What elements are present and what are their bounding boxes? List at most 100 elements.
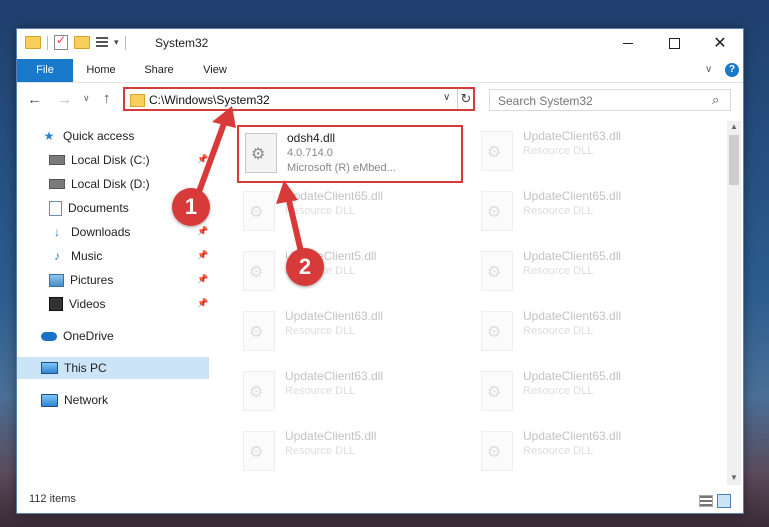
help-icon[interactable]: ? [725, 63, 739, 77]
toolbar-divider [124, 35, 126, 50]
folder-icon [130, 94, 145, 107]
file-item[interactable]: ⚙ UpdateClient63.dll Resource DLL [475, 125, 695, 179]
search-input[interactable] [496, 93, 700, 109]
sidebar-item-downloads[interactable]: ↓ Downloads 📌 [17, 221, 241, 243]
scrollbar-thumb[interactable] [729, 135, 739, 185]
file-item[interactable]: ⚙ UpdateClient65.dll Resource DLL [475, 365, 695, 419]
gear-icon: ⚙ [249, 264, 264, 281]
network-icon [41, 393, 58, 407]
sidebar-item-label: Network [64, 393, 109, 407]
properties-check-icon[interactable] [54, 33, 68, 50]
file-item[interactable]: ⚙ UpdateClient63.dll Resource DLL [475, 425, 695, 479]
documents-icon [49, 200, 62, 216]
file-name: UpdateClient63.dll [523, 129, 622, 143]
dll-file-icon: ⚙ [481, 191, 513, 231]
back-button[interactable]: ← [27, 91, 42, 108]
file-type: Resource DLL [523, 445, 594, 457]
tab-view[interactable]: View [195, 59, 235, 82]
file-type: Resource DLL [285, 385, 356, 397]
file-item[interactable]: ⚙ UpdateClient63.dll Resource DLL [475, 305, 695, 359]
sidebar-item-pictures[interactable]: Pictures 📌 [17, 269, 241, 291]
status-bar: 112 items [17, 489, 743, 511]
file-item[interactable]: ⚙ UpdateClient5.dll Resource DLL [237, 425, 457, 479]
refresh-button[interactable]: ↻ [457, 89, 474, 109]
file-name: odsh4.dll [287, 131, 336, 145]
file-name: UpdateClient63.dll [285, 309, 384, 323]
file-item[interactable]: ⚙ UpdateClient65.dll Resource DLL [475, 245, 695, 299]
videos-icon [49, 297, 63, 311]
file-item-odsh4[interactable]: ⚙ odsh4.dll 4.0.714.0 Microsoft (R) eMbe… [237, 125, 463, 183]
expand-ribbon-chevron-icon[interactable]: ∨ [705, 64, 712, 75]
up-button[interactable]: ↑ [103, 90, 111, 107]
gear-icon: ⚙ [487, 204, 502, 221]
sidebar-item-quick-access[interactable]: ★ Quick access [17, 125, 233, 147]
sidebar-item-label: Pictures [70, 273, 114, 287]
recent-locations-chevron-icon[interactable]: ∨ [83, 93, 90, 104]
minimize-button[interactable] [605, 29, 651, 57]
file-name: UpdateClient65.dll [285, 189, 384, 203]
gear-icon: ⚙ [249, 324, 264, 341]
sidebar-item-label: Downloads [71, 225, 131, 239]
file-type: Resource DLL [285, 205, 356, 217]
close-button[interactable]: ✕ [697, 29, 743, 57]
dll-file-icon: ⚙ [243, 251, 275, 291]
sidebar-item-music[interactable]: ♪ Music 📌 [17, 245, 241, 267]
file-item[interactable]: ⚙ UpdateClient5.dll Resource DLL [237, 245, 457, 299]
customize-toolbar-icon[interactable] [96, 36, 108, 49]
forward-button[interactable]: → [57, 91, 72, 108]
sidebar-item-videos[interactable]: Videos 📌 [17, 293, 241, 315]
file-item[interactable]: ⚙ UpdateClient63.dll Resource DLL [237, 305, 457, 359]
pin-icon: 📌 [197, 274, 209, 284]
file-item[interactable]: ⚙ UpdateClient63.dll Resource DLL [237, 365, 457, 419]
maximize-button[interactable] [651, 29, 697, 57]
file-item[interactable]: ⚙ UpdateClient65.dll Resource DLL [237, 185, 457, 239]
minimize-icon [623, 42, 633, 44]
address-bar[interactable]: C:\Windows\System32 ∨ ↻ [123, 87, 475, 111]
scroll-up-icon[interactable]: ▲ [730, 122, 738, 131]
file-item[interactable]: ⚙ UpdateClient65.dll Resource DLL [475, 185, 695, 239]
chevron-down-icon[interactable]: ▾ [114, 37, 119, 48]
sidebar-item-this-pc[interactable]: This PC [17, 357, 209, 379]
details-view-icon[interactable] [699, 495, 713, 507]
file-name: UpdateClient65.dll [523, 369, 622, 383]
dll-file-icon: ⚙ [481, 251, 513, 291]
disk-icon [49, 155, 65, 165]
tab-share[interactable]: Share [137, 59, 181, 82]
scroll-down-icon[interactable]: ▼ [730, 473, 738, 482]
file-type: Resource DLL [523, 265, 594, 277]
gear-icon: ⚙ [251, 146, 266, 163]
dll-file-icon: ⚙ [481, 431, 513, 471]
vertical-scrollbar[interactable]: ▲ ▼ [727, 121, 741, 485]
dll-file-icon: ⚙ [481, 131, 513, 171]
dll-file-icon: ⚙ [245, 133, 277, 173]
tab-file[interactable]: File [17, 59, 73, 82]
file-name: UpdateClient63.dll [285, 369, 384, 383]
pin-icon: 📌 [197, 154, 209, 164]
large-icons-view-icon[interactable] [717, 494, 731, 508]
file-type: Resource DLL [523, 385, 594, 397]
new-folder-icon[interactable] [74, 36, 90, 49]
gear-icon: ⚙ [487, 324, 502, 341]
file-name: UpdateClient5.dll [285, 429, 377, 443]
sidebar-item-label: Videos [69, 297, 106, 311]
address-dropdown-chevron-icon[interactable]: ∨ [443, 92, 450, 103]
sidebar-item-network[interactable]: Network [17, 389, 233, 411]
sidebar-item-label: Documents [68, 201, 129, 215]
quick-access-toolbar: ▾ [25, 33, 126, 50]
address-path[interactable]: C:\Windows\System32 [149, 93, 270, 107]
tab-home[interactable]: Home [79, 59, 123, 82]
gear-icon: ⚙ [487, 264, 502, 281]
file-type: Resource DLL [285, 445, 356, 457]
sidebar-item-onedrive[interactable]: OneDrive [17, 325, 233, 347]
sidebar-item-local-disk-c[interactable]: Local Disk (C:) 📌 [17, 149, 241, 171]
search-box[interactable]: ⌕ [489, 89, 731, 111]
sidebar-item-local-disk-d[interactable]: Local Disk (D:) [17, 173, 241, 195]
file-name: UpdateClient65.dll [523, 249, 622, 263]
file-company: Microsoft (R) eMbed... [287, 162, 396, 174]
file-type: Resource DLL [523, 325, 594, 337]
file-type: Resource DLL [523, 205, 594, 217]
ribbon-tabs: File Home Share View ∨ ? [17, 59, 743, 83]
toolbar-divider [47, 35, 48, 50]
search-icon[interactable]: ⌕ [712, 92, 719, 108]
dll-file-icon: ⚙ [243, 431, 275, 471]
